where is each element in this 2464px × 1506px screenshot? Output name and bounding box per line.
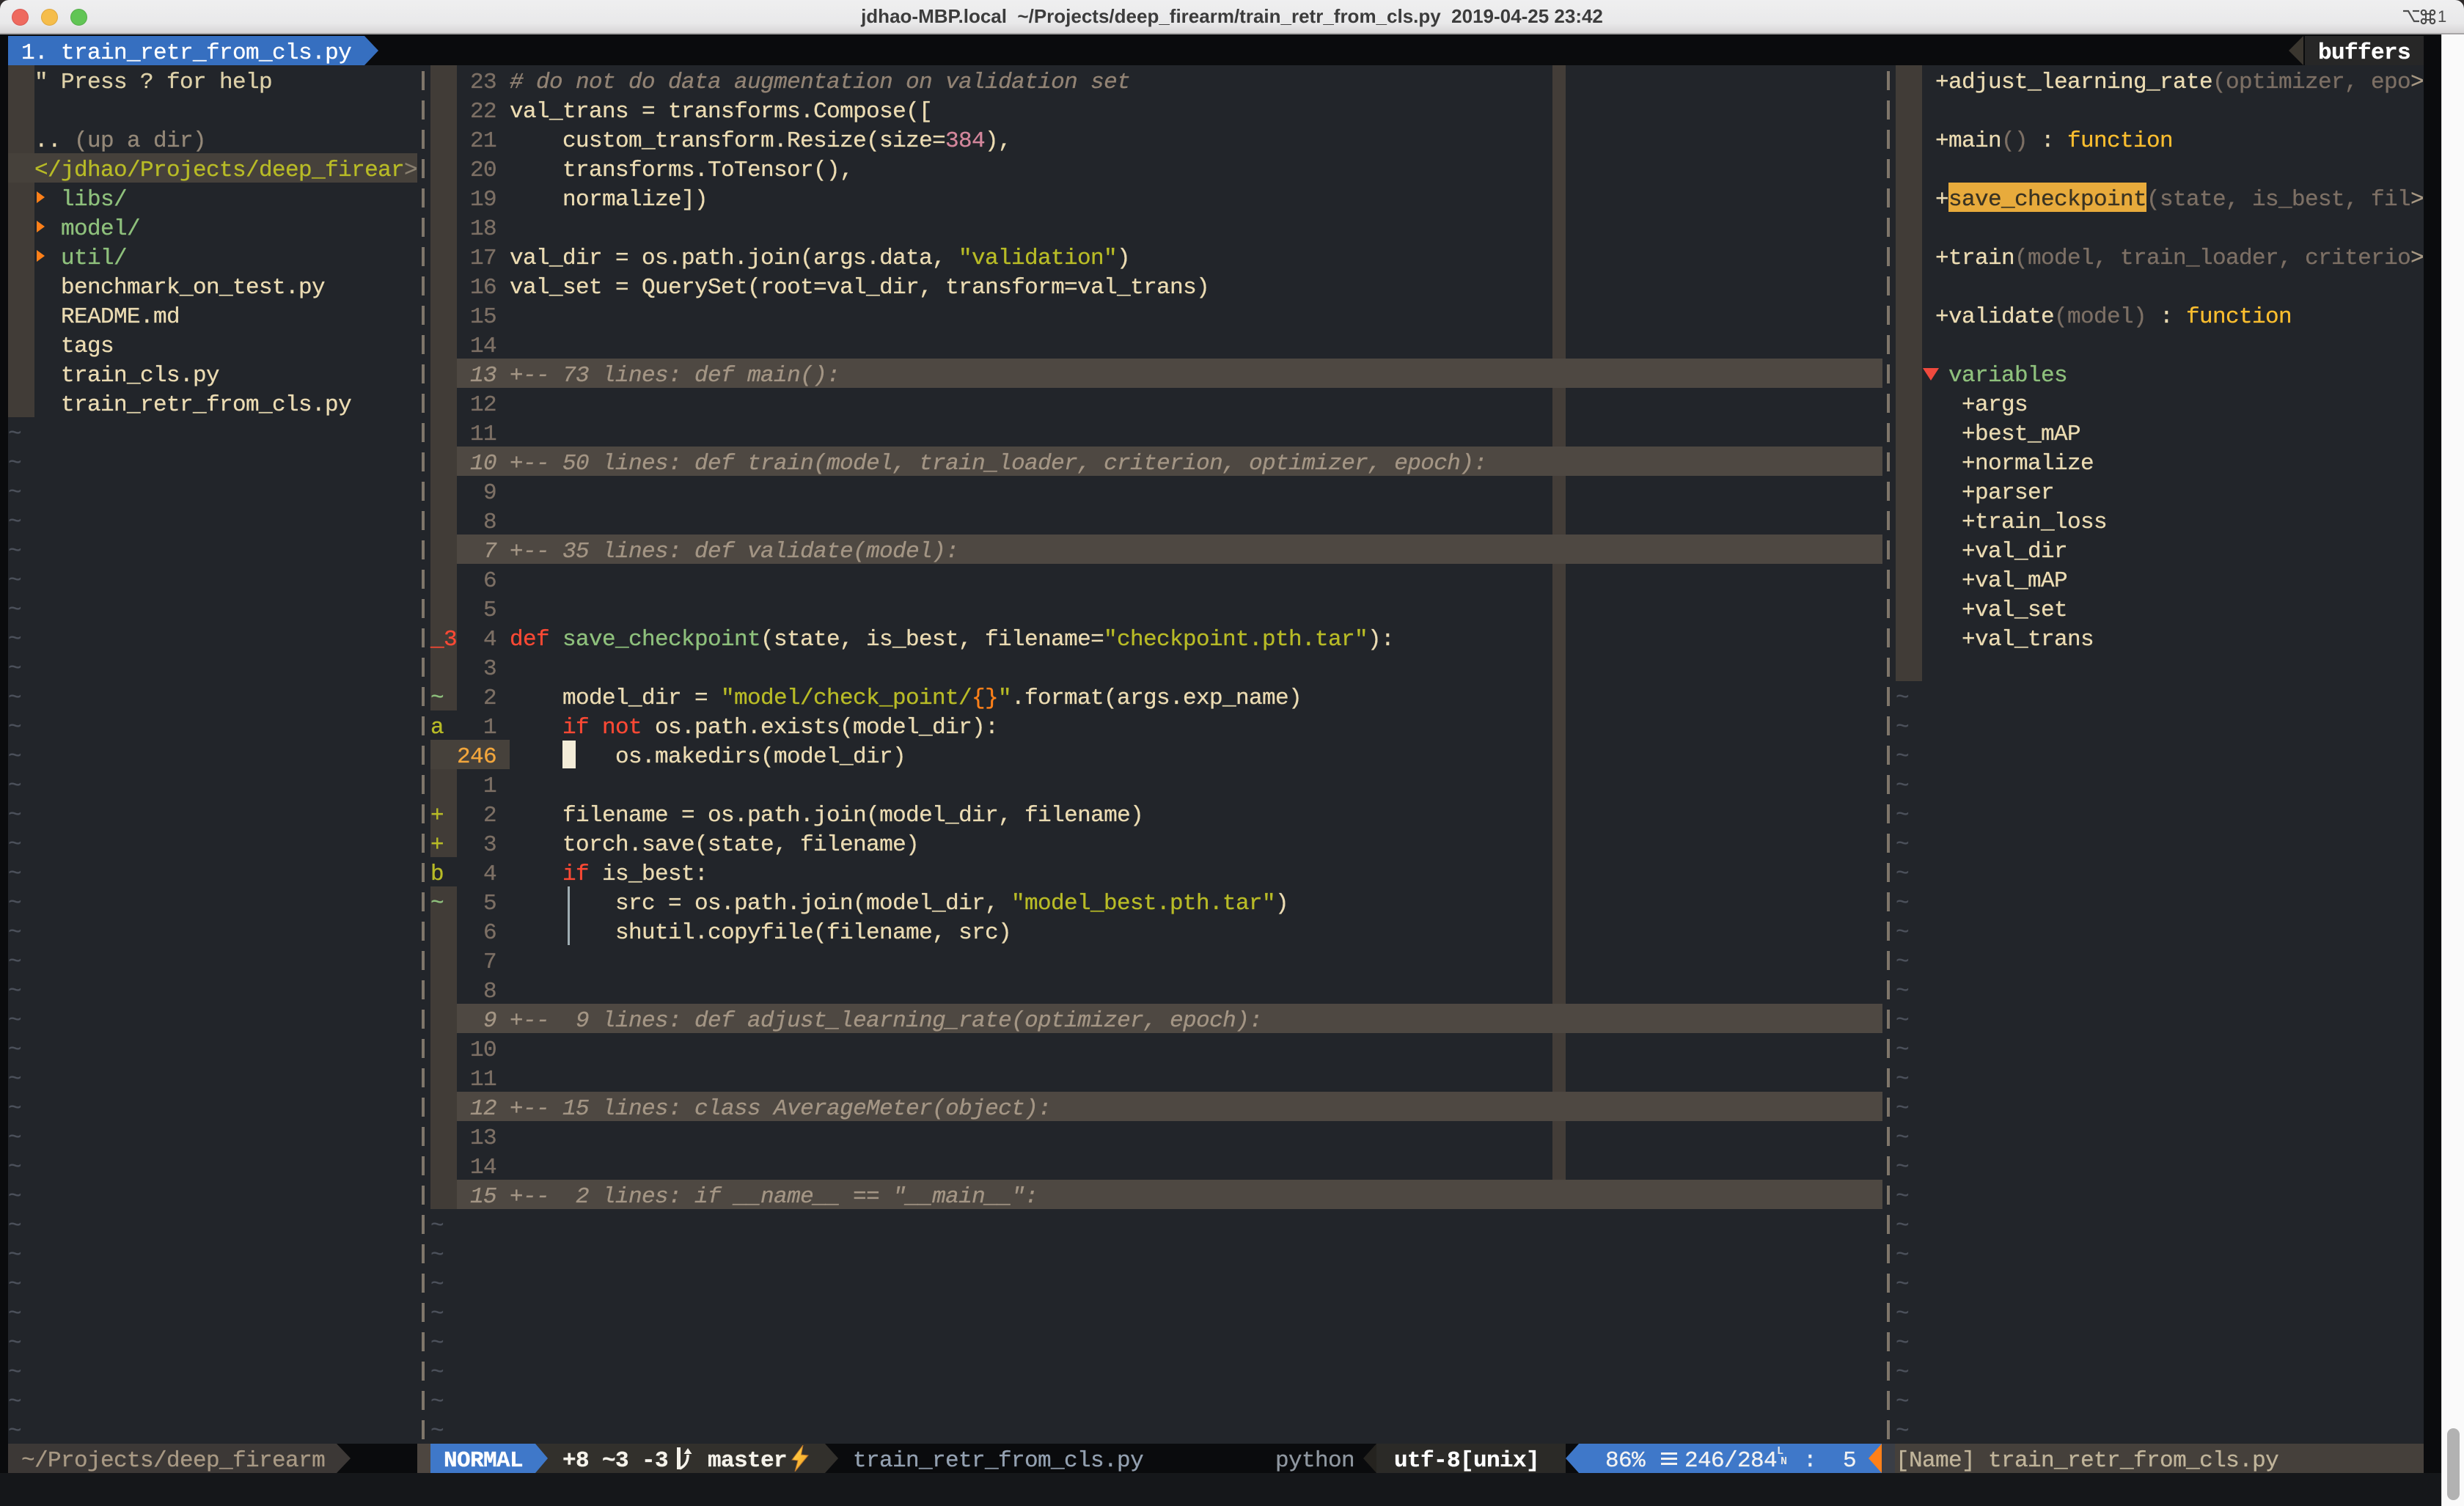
svg-text:1: 1 — [2438, 7, 2446, 26]
